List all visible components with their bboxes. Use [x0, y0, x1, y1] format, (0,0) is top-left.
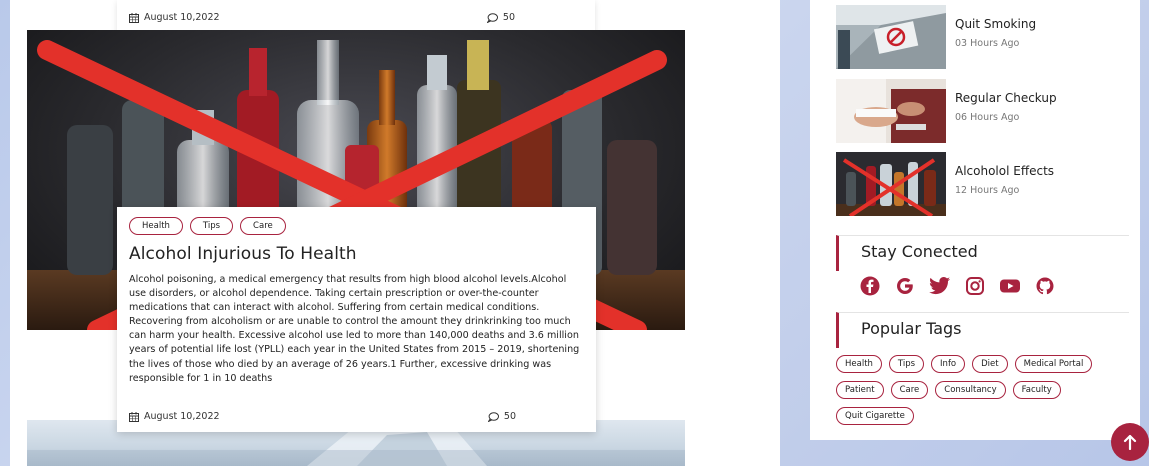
recent-post-title[interactable]: Alcoholol Effects — [955, 164, 1054, 178]
popular-tags-list: Health Tips Info Diet Medical Portal Pat… — [836, 355, 1126, 425]
arrow-up-icon — [1123, 434, 1137, 450]
post-comments-count: 50 — [502, 12, 515, 23]
popular-tag[interactable]: Faculty — [1012, 381, 1061, 399]
instagram-icon[interactable] — [963, 276, 986, 296]
article-date-text: August 10,2022 — [144, 411, 220, 422]
post-date: August 10,2022 — [129, 12, 220, 23]
comment-icon — [486, 12, 498, 23]
popular-tag[interactable]: Info — [931, 355, 966, 373]
recent-post-thumbnail[interactable] — [836, 79, 946, 143]
popular-tag[interactable]: Medical Portal — [1014, 355, 1093, 373]
article-comments[interactable]: 50 — [487, 411, 516, 422]
github-icon[interactable] — [1033, 276, 1056, 296]
recent-post-time: 12 Hours Ago — [955, 185, 1020, 196]
article-tag[interactable]: Care — [240, 217, 286, 235]
recent-post-item[interactable]: Quit Smoking 03 Hours Ago — [836, 5, 1136, 69]
alcohol-bottles-thumbnail-image — [836, 152, 946, 216]
stay-connected-title: Stay Conected — [861, 242, 978, 261]
google-icon[interactable] — [893, 276, 916, 296]
popular-tag[interactable]: Quit Cigarette — [836, 407, 914, 425]
recent-post-time: 06 Hours Ago — [955, 112, 1020, 123]
recent-post-title[interactable]: Regular Checkup — [955, 91, 1057, 105]
popular-tag[interactable]: Diet — [972, 355, 1008, 373]
article-comments-count: 50 — [503, 411, 516, 422]
popular-tag[interactable]: Tips — [888, 355, 925, 373]
facebook-icon[interactable] — [858, 276, 881, 296]
popular-tags-heading: Popular Tags — [836, 312, 1129, 348]
checkup-image — [836, 79, 946, 143]
popular-tag[interactable]: Consultancy — [935, 381, 1006, 399]
article-card: Health Tips Care Alcohol Injurious To He… — [117, 207, 596, 432]
youtube-icon[interactable] — [998, 276, 1021, 296]
recent-post-item[interactable]: Regular Checkup 06 Hours Ago — [836, 79, 1136, 143]
recent-post-thumbnail[interactable] — [836, 5, 946, 69]
calendar-icon — [129, 12, 139, 23]
article-tag[interactable]: Tips — [189, 217, 234, 235]
article-tags: Health Tips Care — [129, 217, 584, 235]
popular-tag[interactable]: Health — [836, 355, 882, 373]
article-body: Alcohol poisoning, a medical emergency t… — [129, 274, 580, 384]
stay-connected-heading: Stay Conected — [836, 235, 1129, 271]
popular-tag[interactable]: Patient — [836, 381, 884, 399]
article-title[interactable]: Alcohol Injurious To Health — [129, 244, 584, 264]
comment-icon — [487, 411, 499, 422]
post-date-text: August 10,2022 — [144, 12, 220, 23]
calendar-icon — [129, 411, 139, 422]
article-date: August 10,2022 — [129, 411, 220, 422]
no-smoking-sign-image — [836, 5, 946, 69]
recent-post-title[interactable]: Quit Smoking — [955, 17, 1036, 31]
scroll-to-top-button[interactable] — [1111, 423, 1149, 461]
recent-post-thumbnail[interactable] — [836, 152, 946, 216]
recent-post-time: 03 Hours Ago — [955, 38, 1020, 49]
recent-post-item[interactable]: Alcoholol Effects 12 Hours Ago — [836, 152, 1136, 216]
twitter-icon[interactable] — [928, 276, 951, 296]
popular-tags-title: Popular Tags — [861, 319, 962, 338]
post-comments[interactable]: 50 — [486, 12, 515, 23]
social-links — [858, 276, 1056, 296]
popular-tag[interactable]: Care — [890, 381, 929, 399]
article-tag[interactable]: Health — [129, 217, 183, 235]
